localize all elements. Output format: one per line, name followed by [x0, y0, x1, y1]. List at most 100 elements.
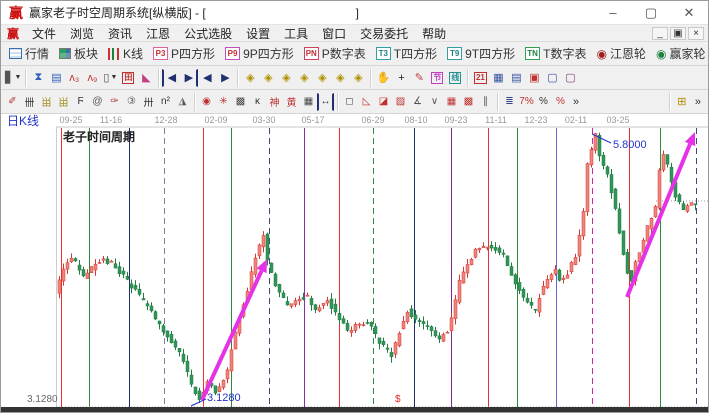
chart-type-dropdown-dropdown-icon[interactable]: ▼ — [14, 74, 21, 81]
tool-bar-style-dropdown-icon[interactable]: ▯▼ — [101, 69, 119, 87]
toolbar-draw-overflow[interactable]: » — [569, 96, 583, 108]
tool-go-last-icon[interactable]: ▶ — [180, 69, 198, 87]
menu-item-交易委托[interactable]: 交易委托 — [353, 25, 415, 41]
toolbar-button-sectors[interactable]: 板块 — [54, 42, 103, 65]
menu-item-窗口[interactable]: 窗口 — [315, 25, 353, 41]
toolbar-button-t-number-table[interactable]: TNT数字表 — [520, 42, 591, 65]
tool-percent-icon[interactable]: % — [535, 93, 552, 111]
menu-item-工具[interactable]: 工具 — [277, 25, 315, 41]
tool-fan-lines-icon[interactable]: ◺ — [358, 93, 375, 111]
minimize-button[interactable]: – — [594, 1, 632, 24]
tool-cycle-box-icon[interactable]: 田 — [119, 69, 137, 87]
tool-diamond-left-icon[interactable]: ◈ — [241, 69, 259, 87]
tool-circle-3-tool-icon[interactable]: ③ — [123, 93, 140, 111]
toolbar-button-winner-wheel[interactable]: ◉赢家轮 — [651, 42, 709, 65]
tool-computer-1-icon[interactable]: ▢ — [543, 69, 561, 87]
tool-k-angle-icon[interactable]: ĸ — [249, 93, 266, 111]
tool-minute-chart-9-icon[interactable]: ʌ₉ — [83, 69, 101, 87]
tool-grid-red-icon[interactable]: ▦ — [443, 93, 460, 111]
tool-note-pad-icon[interactable]: ▤ — [47, 69, 65, 87]
toolbar-button-gann-wheel[interactable]: ◉江恩轮 — [591, 42, 651, 65]
tool-spiral-red-icon[interactable]: ◉ — [198, 93, 215, 111]
tool-xian-tool-icon[interactable]: 线 — [446, 69, 464, 87]
toolbar-button-p-number-table[interactable]: PNP数字表 — [299, 42, 371, 65]
toolbar-button-9t-square[interactable]: T99T四方形 — [442, 42, 520, 65]
mdi-minimize-button[interactable]: _ — [652, 27, 668, 40]
tool-go-first-icon[interactable]: ◀ — [162, 69, 180, 87]
panel-overflow[interactable]: » — [691, 96, 705, 108]
go-first-glyph: ◀ — [168, 71, 176, 84]
tool-go-next-icon[interactable]: ▶ — [216, 69, 234, 87]
tool-width-marker-icon[interactable]: ↔ — [317, 93, 334, 111]
tool-pyramid-flag-icon[interactable]: ◣ — [137, 69, 155, 87]
tool-fan-box-icon[interactable]: ◪ — [375, 93, 392, 111]
tool-calculator-icon[interactable]: ▦ — [489, 69, 507, 87]
tool-go-prev-icon[interactable]: ◀ — [198, 69, 216, 87]
tool-diamond-expand-icon[interactable]: ◈ — [295, 69, 313, 87]
tool-diamond-up-icon[interactable]: ◈ — [331, 69, 349, 87]
tool-grid-red-2-icon[interactable]: ▩ — [460, 93, 477, 111]
tool-session-hourglass-icon[interactable]: ⧗ — [29, 69, 47, 87]
tool-fibonacci-f-icon[interactable]: Ϝ — [72, 93, 89, 111]
toolbar-button-9p-square[interactable]: P99P四方形 — [220, 42, 299, 65]
tool-angle-arrow-icon[interactable]: ◮ — [174, 93, 191, 111]
tool-percent-line-icon[interactable]: % — [552, 93, 569, 111]
date-tick-label: 12-23 — [524, 115, 547, 125]
close-button[interactable]: ✕ — [670, 1, 708, 24]
tool-crosshair-icon[interactable]: + — [392, 69, 410, 87]
tool-ratio-bars-icon[interactable]: ≣ — [501, 93, 518, 111]
tool-diamond-right-icon[interactable]: ◈ — [259, 69, 277, 87]
tool-pencil-lines-icon[interactable]: ∡ — [409, 93, 426, 111]
tool-calendar-21-icon[interactable]: 21 — [471, 69, 489, 87]
menu-item-江恩[interactable]: 江恩 — [139, 25, 177, 41]
toolbar-button-p-square[interactable]: P3P四方形 — [148, 42, 220, 65]
tool-huang-tool-icon[interactable]: 黄 — [283, 93, 300, 111]
tool-minute-chart-3-icon[interactable]: ʌ₃ — [65, 69, 83, 87]
maximize-button[interactable]: ▢ — [632, 1, 670, 24]
kline-period-label[interactable]: 日K线 — [7, 114, 39, 128]
menu-item-帮助[interactable]: 帮助 — [415, 25, 453, 41]
tool-v-lines-icon[interactable]: ∨ — [426, 93, 443, 111]
tool-spiral-tool-icon[interactable]: @ — [89, 93, 106, 111]
menu-item-浏览[interactable]: 浏览 — [63, 25, 101, 41]
tool-diamond-both-icon[interactable]: ◈ — [277, 69, 295, 87]
tool-shen-tool-icon[interactable]: 神 — [266, 93, 283, 111]
tool-box-lines-icon[interactable]: ◻ — [341, 93, 358, 111]
menu-item-文件[interactable]: 文件 — [25, 25, 63, 41]
tool-notes-list-icon[interactable]: ▤ — [507, 69, 525, 87]
tool-panel-grid-icon[interactable]: ⊞ — [673, 93, 691, 111]
tool-brush-tool-icon[interactable]: ✐ — [4, 93, 21, 111]
tool-n-squared-tool-icon[interactable]: n² — [157, 93, 174, 111]
tool-ruler-ticks-icon[interactable]: 卌 — [21, 93, 38, 111]
chart-area[interactable]: 日K线09-2511-1612-2802-0903-3005-1706-2908… — [1, 114, 709, 409]
toolbar-button-t-square[interactable]: T3T四方形 — [371, 42, 442, 65]
tool-save-disk-icon[interactable]: ▣ — [525, 69, 543, 87]
mdi-close-button[interactable]: × — [688, 27, 704, 40]
tool-jie-tool-icon[interactable]: 节 — [428, 69, 446, 87]
tool-pan-hand-icon[interactable]: ✋ — [374, 69, 392, 87]
mdi-restore-button[interactable]: ▣ — [670, 27, 686, 40]
tool-computer-2-icon[interactable]: ▢ — [561, 69, 579, 87]
toolbar-button-quotes[interactable]: 行情 — [4, 42, 54, 65]
tool-fan-square-icon[interactable]: ▨ — [392, 93, 409, 111]
tool-chart-type-dropdown-icon[interactable]: ▋▼ — [4, 69, 22, 87]
tool-wheel-spokes-icon[interactable]: ✳ — [215, 93, 232, 111]
tool-ruler-ticks-2-icon[interactable]: 卅 — [140, 93, 157, 111]
tool-diamond-center-icon[interactable]: ◈ — [313, 69, 331, 87]
menu-item-资讯[interactable]: 资讯 — [101, 25, 139, 41]
menu-item-公式选股[interactable]: 公式选股 — [177, 25, 239, 41]
tool-percent-7-icon[interactable]: 7% — [518, 93, 535, 111]
tool-pen-marker-icon[interactable]: ✎ — [410, 69, 428, 87]
bar-style-dropdown-dropdown-icon[interactable]: ▼ — [110, 74, 117, 81]
tool-diamond-all-icon[interactable]: ◈ — [349, 69, 367, 87]
tool-gann-gold-b-icon[interactable]: 畄 — [55, 93, 72, 111]
fibonacci-f-glyph: Ϝ — [77, 96, 83, 107]
menu-item-设置[interactable]: 设置 — [239, 25, 277, 41]
chart-canvas[interactable]: 日K线09-2511-1612-2802-0903-3005-1706-2908… — [1, 114, 709, 409]
toolbar-button-kline[interactable]: K线 — [103, 42, 148, 65]
tool-grid-window-icon[interactable]: ▦ — [300, 93, 317, 111]
tool-gann-gold-a-icon[interactable]: 畄 — [38, 93, 55, 111]
tool-parallel-lines-icon[interactable]: ∥ — [477, 93, 494, 111]
tool-grid-dark-icon[interactable]: ▩ — [232, 93, 249, 111]
tool-quill-tool-icon[interactable]: ✑ — [106, 93, 123, 111]
